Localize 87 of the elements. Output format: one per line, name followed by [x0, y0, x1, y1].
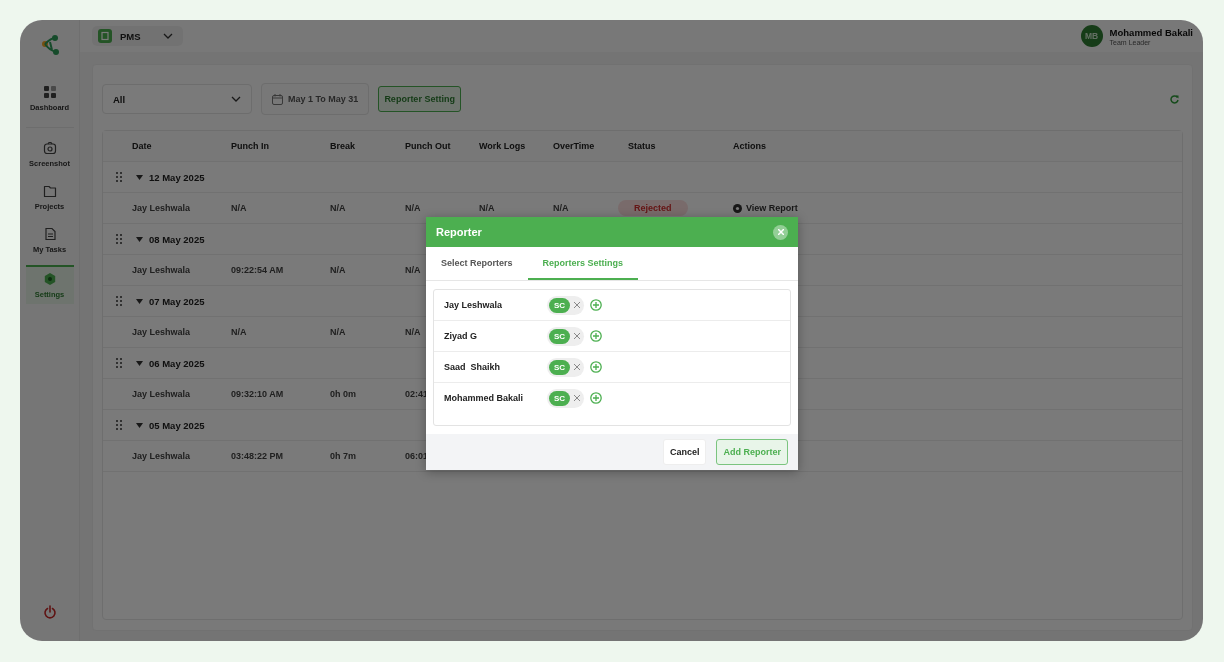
- user-name: Mohammed Bakali: [1109, 26, 1193, 38]
- reporter-setting-button[interactable]: Reporter Setting: [378, 86, 461, 112]
- modal-title: Reporter: [436, 226, 482, 238]
- refresh-icon[interactable]: [1170, 94, 1179, 104]
- drag-handle-icon: [116, 296, 122, 306]
- table-cell: N/A: [405, 265, 421, 275]
- column-header: Punch In: [231, 141, 270, 151]
- remove-icon[interactable]: [574, 364, 581, 370]
- plus-circle-icon[interactable]: [590, 299, 603, 311]
- close-button[interactable]: [773, 224, 788, 240]
- reporter-name: Ziyad G: [444, 331, 478, 341]
- status-select[interactable]: All: [102, 84, 252, 114]
- plus-circle-icon[interactable]: [590, 392, 603, 404]
- table-cell: 03:48:22 PM: [231, 451, 284, 461]
- table-cell: N/A: [231, 327, 247, 337]
- table-cell: Jay Leshwala: [132, 451, 191, 461]
- group-date: 12 May 2025: [149, 171, 205, 183]
- add-reporter-button[interactable]: Add Reporter: [716, 439, 788, 465]
- caret-icon[interactable]: [136, 174, 143, 180]
- tab[interactable]: Reporters Settings: [527, 247, 639, 280]
- date-range-field[interactable]: May 1 To May 31: [261, 83, 370, 115]
- cancel-button[interactable]: Cancel: [662, 439, 707, 465]
- column-header: Punch Out: [405, 141, 452, 151]
- table-cell: N/A: [405, 203, 421, 213]
- sheet-icon: [98, 29, 112, 43]
- reporter-name: Jay Leshwala: [444, 300, 504, 310]
- table-cell: 06:01: [405, 451, 429, 461]
- column-header: Date: [132, 141, 153, 151]
- drag-handle-icon: [116, 358, 122, 368]
- hexagon-icon: [42, 272, 57, 286]
- drag-handle-icon: [116, 234, 122, 244]
- group-date: 08 May 2025: [149, 233, 205, 245]
- table-cell: N/A: [479, 203, 495, 213]
- caret-icon[interactable]: [136, 422, 143, 428]
- caret-icon[interactable]: [136, 298, 143, 304]
- user-avatar[interactable]: MB: [1080, 25, 1103, 47]
- calendar-icon: [272, 93, 283, 105]
- drag-handle-icon: [116, 172, 122, 182]
- group-date: 06 May 2025: [149, 357, 205, 369]
- chevron-down-icon: [162, 33, 173, 39]
- table-cell: 0h 0m: [330, 389, 356, 399]
- grid-icon: [42, 85, 57, 99]
- plus-circle-icon[interactable]: [590, 361, 603, 373]
- column-header: Actions: [733, 141, 767, 151]
- initials-badge: SC: [549, 359, 571, 375]
- table-cell: N/A: [405, 327, 421, 337]
- view-report-link[interactable]: View Report: [733, 203, 1182, 213]
- caret-icon[interactable]: [136, 236, 143, 242]
- table-cell: N/A: [330, 327, 346, 337]
- group-date: 05 May 2025: [149, 419, 205, 431]
- table-cell: 09:32:10 AM: [231, 389, 284, 399]
- drag-handle-icon: [116, 420, 122, 430]
- initials-badge: SC: [549, 328, 571, 344]
- table-cell: Jay Leshwala: [132, 389, 191, 399]
- table-cell: Jay Leshwala: [132, 203, 191, 213]
- status-badge: Rejected: [618, 200, 688, 216]
- table-cell: N/A: [231, 203, 247, 213]
- reporter-name: Saad Shaikh: [444, 362, 502, 372]
- table-cell: N/A: [553, 203, 569, 213]
- table-cell: N/A: [330, 203, 346, 213]
- initials-badge: SC: [549, 297, 571, 313]
- table-cell: 09:22:54 AM: [231, 265, 284, 275]
- column-header: Work Logs: [479, 141, 527, 151]
- table-cell: 02:41: [405, 389, 429, 399]
- close-icon: [777, 229, 784, 235]
- camera-icon: [42, 141, 57, 155]
- folder-icon: [42, 184, 57, 198]
- caret-icon[interactable]: [136, 360, 143, 366]
- document-icon: [42, 227, 57, 241]
- plus-circle-icon[interactable]: [590, 330, 603, 342]
- reporter-name: Mohammed Bakali: [444, 393, 525, 403]
- chevron-down-icon: [231, 96, 241, 102]
- column-header: OverTime: [553, 141, 596, 151]
- table-cell: Jay Leshwala: [132, 327, 191, 337]
- tab[interactable]: Select Reporters: [426, 247, 528, 280]
- table-cell: Jay Leshwala: [132, 265, 191, 275]
- table-cell: N/A: [330, 265, 346, 275]
- remove-icon[interactable]: [574, 333, 581, 339]
- initials-badge: SC: [549, 390, 571, 406]
- power-icon[interactable]: [42, 605, 57, 619]
- remove-icon[interactable]: [574, 395, 581, 401]
- column-header: Break: [330, 141, 357, 151]
- table-cell: 0h 7m: [330, 451, 356, 461]
- project-selector[interactable]: PMS: [92, 26, 183, 46]
- column-header: Status: [628, 141, 657, 151]
- remove-icon[interactable]: [574, 302, 581, 308]
- group-date: 07 May 2025: [149, 295, 205, 307]
